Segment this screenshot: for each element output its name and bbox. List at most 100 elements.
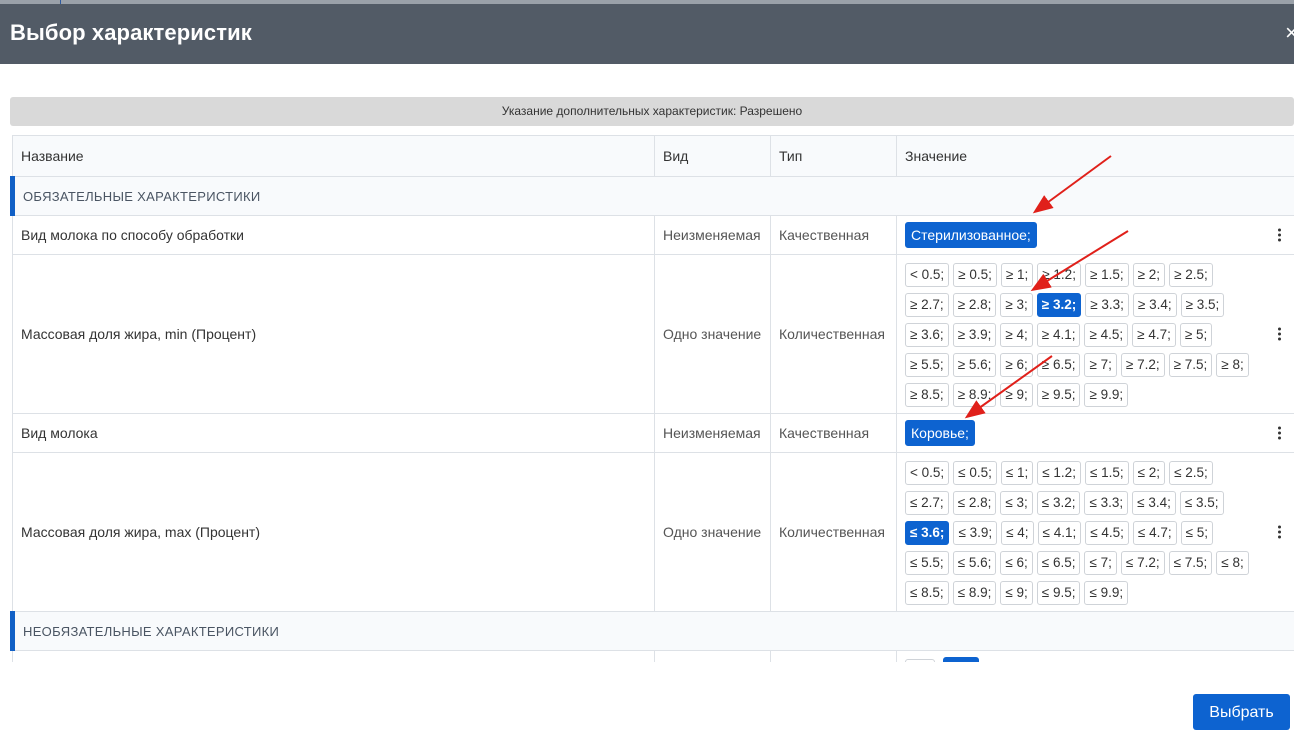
value-chip[interactable]: < 0.5; bbox=[905, 460, 950, 485]
value-chip[interactable]: ≤ 5; bbox=[1180, 520, 1214, 545]
value-chip[interactable]: ≤ 7.2; bbox=[1120, 550, 1165, 575]
row-kind: Одно значение bbox=[654, 254, 771, 414]
value-chip[interactable]: ≤ 5.6; bbox=[952, 550, 997, 575]
value-chip[interactable]: ≥ 3.6; bbox=[905, 322, 949, 347]
value-chip[interactable]: ≤ 0.5; bbox=[953, 460, 997, 485]
value-chip[interactable]: ≤ 8.9; bbox=[952, 580, 997, 605]
row-type: Количественная bbox=[770, 452, 897, 612]
section-required-label: ОБЯЗАТЕЛЬНЫЕ ХАРАКТЕРИСТИКИ bbox=[10, 176, 1294, 216]
row-kind: Одно значение bbox=[654, 452, 771, 612]
value-chip[interactable]: ≤ 4.1; bbox=[1037, 520, 1082, 545]
value-chip[interactable]: ≥ 2.8; bbox=[952, 292, 997, 317]
value-chip[interactable]: ≤ 6.5; bbox=[1036, 550, 1081, 575]
value-options: < 0.5; ≥ 0.5; ≥ 1; ≥ 1.2; ≥ 1.5; ≥ 2; ≥ 2.5; ≥ … bbox=[905, 256, 1260, 413]
value-chip[interactable]: ≤ 8.5; bbox=[905, 580, 949, 605]
dialog-title: Выбор характеристик bbox=[10, 20, 252, 45]
dialog-header: Выбор характеристик × bbox=[0, 4, 1294, 64]
characteristics-table-wrapper: Название Вид Тип Значение ОБЯЗАТЕЛЬНЫЕ Х… bbox=[10, 135, 1294, 662]
value-chip[interactable] bbox=[905, 658, 935, 662]
value-chip[interactable]: ≥ 3.4; bbox=[1132, 292, 1177, 317]
value-chip[interactable]: ≤ 1; bbox=[1000, 460, 1034, 485]
value-chip[interactable]: ≤ 3.2; bbox=[1036, 490, 1081, 515]
row-name: Массовая доля жира, max (Процент) bbox=[12, 452, 655, 612]
value-chip[interactable]: ≥ 6; bbox=[1000, 352, 1033, 377]
value-chip[interactable]: ≥ 2.5; bbox=[1169, 262, 1213, 287]
value-chip[interactable]: ≥ 2; bbox=[1132, 262, 1166, 287]
row-kind: Неизменяемая bbox=[654, 215, 771, 255]
value-chip[interactable]: ≤ 9.5; bbox=[1036, 580, 1081, 605]
row-value-cell: < 0.5; ≥ 0.5; ≥ 1; ≥ 1.2; ≥ 1.5; ≥ 2; ≥ 2.5; ≥ … bbox=[896, 254, 1294, 414]
value-chip[interactable]: ≥ 3; bbox=[1000, 292, 1033, 317]
value-chip[interactable]: ≥ 5.5; bbox=[905, 352, 949, 377]
value-chip[interactable]: ≥ 9.5; bbox=[1036, 382, 1081, 407]
value-chip[interactable]: ≥ 2.7; bbox=[905, 292, 949, 317]
value-chip[interactable]: ≥ 6.5; bbox=[1036, 352, 1081, 377]
row-name: Вид молока по способу обработки bbox=[12, 215, 655, 255]
value-chip[interactable]: ≤ 3.3; bbox=[1084, 490, 1129, 515]
table-row bbox=[12, 650, 1294, 662]
value-chip[interactable]: ≥ 0.5; bbox=[953, 262, 997, 287]
section-required: ОБЯЗАТЕЛЬНЫЕ ХАРАКТЕРИСТИКИ bbox=[10, 176, 1294, 216]
value-chip[interactable]: ≤ 7.5; bbox=[1168, 550, 1213, 575]
value-chip[interactable]: ≥ 1.5; bbox=[1084, 262, 1129, 287]
value-chip[interactable]: ≤ 3; bbox=[1000, 490, 1033, 515]
value-chip[interactable]: ≤ 6; bbox=[1000, 550, 1033, 575]
more-options-icon[interactable] bbox=[1278, 326, 1282, 343]
value-chip[interactable]: ≥ 1.2; bbox=[1037, 262, 1081, 287]
value-chip[interactable]: ≥ 8.5; bbox=[905, 382, 949, 407]
table-row: Массовая доля жира, min (Процент) Одно з… bbox=[12, 254, 1294, 414]
value-chip[interactable]: ≤ 9; bbox=[1000, 580, 1033, 605]
value-chip[interactable]: ≥ 7.5; bbox=[1168, 352, 1213, 377]
value-chip-selected[interactable]: Стерилизованное; bbox=[905, 222, 1037, 248]
value-chip[interactable]: ≥ 4.1; bbox=[1036, 322, 1081, 347]
value-chip[interactable]: ≥ 9; bbox=[1000, 382, 1033, 407]
value-chip[interactable]: ≤ 2.8; bbox=[952, 490, 997, 515]
value-chip-selected[interactable]: ≥ 3.2; bbox=[1036, 292, 1082, 317]
select-button[interactable]: Выбрать bbox=[1193, 694, 1290, 730]
value-chip[interactable]: ≥ 8.9; bbox=[952, 382, 997, 407]
value-chip-selected[interactable]: Коровье; bbox=[905, 420, 975, 446]
value-chip[interactable]: ≥ 3.3; bbox=[1085, 292, 1129, 317]
value-chip[interactable]: ≤ 5.5; bbox=[905, 550, 949, 575]
value-chip[interactable]: ≥ 7.2; bbox=[1120, 352, 1165, 377]
value-chip[interactable]: < 0.5; bbox=[905, 262, 950, 287]
row-kind: Неизменяемая bbox=[654, 413, 771, 453]
value-chip[interactable]: ≤ 3.4; bbox=[1132, 490, 1176, 515]
value-chip[interactable]: ≥ 7; bbox=[1084, 352, 1117, 377]
value-chip[interactable]: ≤ 3.9; bbox=[953, 520, 998, 545]
value-chip[interactable]: ≥ 4.5; bbox=[1084, 322, 1129, 347]
more-options-icon[interactable] bbox=[1278, 425, 1282, 442]
info-banner: Указание дополнительных характеристик: Р… bbox=[10, 97, 1294, 126]
value-chip[interactable]: ≥ 9.9; bbox=[1084, 382, 1129, 407]
value-chip[interactable]: ≤ 4; bbox=[1001, 520, 1034, 545]
row-kind bbox=[654, 650, 771, 662]
value-chip[interactable]: ≤ 1.5; bbox=[1084, 460, 1129, 485]
value-chip[interactable]: ≤ 4.7; bbox=[1132, 520, 1177, 545]
value-chip[interactable]: ≥ 4.7; bbox=[1132, 322, 1176, 347]
value-chip[interactable]: ≤ 2.5; bbox=[1169, 460, 1213, 485]
value-chip-selected[interactable] bbox=[942, 656, 979, 662]
more-options-icon[interactable] bbox=[1278, 227, 1282, 244]
value-chip[interactable]: ≤ 2; bbox=[1132, 460, 1166, 485]
value-chip[interactable]: ≤ 4.5; bbox=[1085, 520, 1129, 545]
value-chip[interactable]: ≤ 1.2; bbox=[1037, 460, 1081, 485]
value-chip[interactable]: ≤ 2.7; bbox=[905, 490, 949, 515]
value-chip[interactable]: ≥ 1; bbox=[1000, 262, 1034, 287]
value-chip[interactable]: ≥ 3.5; bbox=[1180, 292, 1225, 317]
value-chip-selected[interactable]: ≤ 3.6; bbox=[905, 520, 950, 545]
value-chip[interactable]: ≥ 4; bbox=[1000, 322, 1033, 347]
value-chip[interactable]: ≤ 8; bbox=[1216, 550, 1249, 575]
row-name bbox=[12, 650, 655, 662]
row-type bbox=[770, 650, 897, 662]
value-chip[interactable]: ≥ 8; bbox=[1216, 352, 1249, 377]
column-header-kind: Вид bbox=[654, 135, 771, 177]
value-chip[interactable]: ≥ 3.9; bbox=[952, 322, 997, 347]
close-icon[interactable]: × bbox=[1285, 20, 1294, 46]
value-chip[interactable]: ≤ 3.5; bbox=[1179, 490, 1224, 515]
value-chip[interactable]: ≥ 5.6; bbox=[952, 352, 997, 377]
more-options-icon[interactable] bbox=[1278, 524, 1282, 541]
value-chip[interactable]: ≤ 7; bbox=[1084, 550, 1117, 575]
value-chip[interactable]: ≤ 9.9; bbox=[1084, 580, 1129, 605]
row-value-cell: Стерилизованное; bbox=[896, 215, 1294, 255]
value-chip[interactable]: ≥ 5; bbox=[1179, 322, 1213, 347]
